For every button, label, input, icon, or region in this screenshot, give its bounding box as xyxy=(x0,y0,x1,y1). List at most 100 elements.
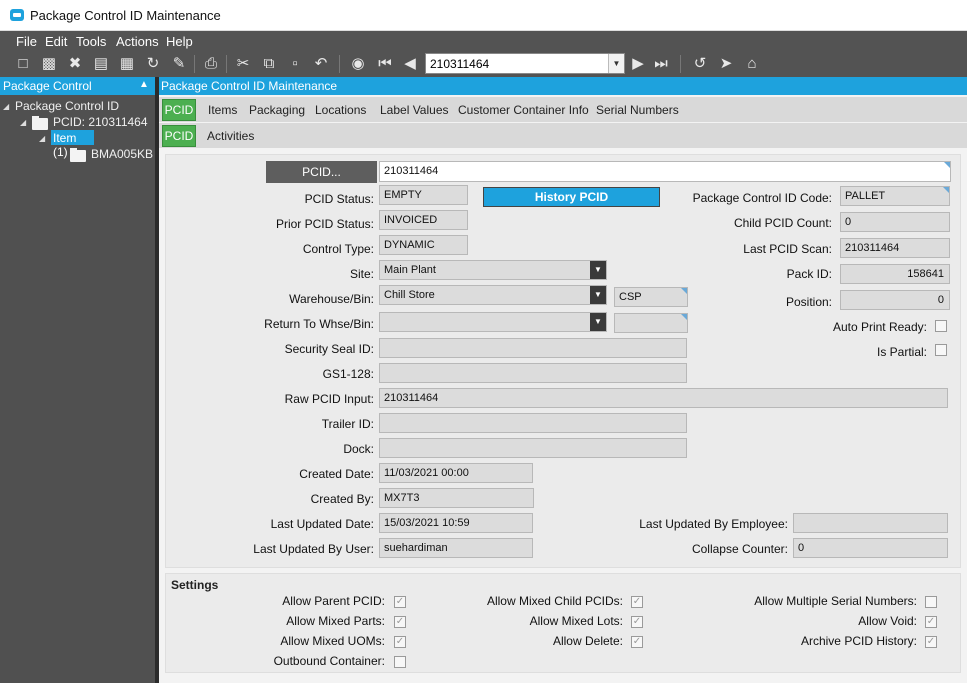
warehouse-value: Chill Store xyxy=(384,289,435,301)
allow-mixed-uoms-checkbox[interactable]: ✓ xyxy=(394,636,406,648)
chevron-down-icon[interactable]: ▼ xyxy=(590,261,606,279)
search-icon[interactable]: ◉ xyxy=(348,54,368,74)
menu-help[interactable]: Help xyxy=(166,34,193,49)
site-select[interactable]: Main Plant ▼ xyxy=(379,260,607,280)
created-by-label: Created By: xyxy=(310,492,374,506)
last-updated-date-label: Last Updated Date: xyxy=(270,517,374,531)
tab-row-primary: PCID Items Packaging Locations Label Val… xyxy=(159,97,967,122)
allow-void-checkbox[interactable]: ✓ xyxy=(925,616,937,628)
warehouse-select[interactable]: Chill Store ▼ xyxy=(379,285,607,305)
cut-icon[interactable]: ✂ xyxy=(233,54,253,74)
undo-icon[interactable]: ↶ xyxy=(311,54,331,74)
print-icon[interactable]: ⎙ xyxy=(201,54,221,74)
gs1-field[interactable] xyxy=(379,363,687,383)
allow-parent-pcid-checkbox[interactable]: ✓ xyxy=(394,596,406,608)
created-date-label: Created Date: xyxy=(299,467,374,481)
menu-tools[interactable]: Tools xyxy=(76,34,106,49)
is-partial-checkbox[interactable] xyxy=(935,344,947,356)
chevron-down-icon[interactable]: ▼ xyxy=(590,286,606,304)
outbound-container-checkbox[interactable] xyxy=(394,656,406,668)
subtab-activities[interactable]: Activities xyxy=(207,129,254,143)
previous-record-icon[interactable]: ◀ xyxy=(400,54,420,74)
archive-pcid-history-checkbox[interactable]: ✓ xyxy=(925,636,937,648)
tree-node-item[interactable]: Item (1) xyxy=(51,130,94,159)
new-icon[interactable]: □ xyxy=(13,54,33,74)
refresh-icon[interactable]: ↻ xyxy=(143,54,163,74)
last-record-icon[interactable]: ⏭ xyxy=(651,54,671,74)
dock-field[interactable] xyxy=(379,438,687,458)
tab-serial-numbers[interactable]: Serial Numbers xyxy=(596,103,679,117)
tab-pcid[interactable]: PCID xyxy=(162,99,196,121)
menu-actions[interactable]: Actions xyxy=(116,34,159,49)
copy-icon[interactable]: ⧉ xyxy=(259,54,279,74)
toolbar: □ ▩ ✖ ▤ ▦ ↻ ✎ ⎙ ✂ ⧉ ▫ ↶ ◉ ⏮ ◀ 210311464 … xyxy=(0,51,967,77)
tab-customer-container-info[interactable]: Customer Container Info xyxy=(458,103,589,117)
collapse-arrow-icon[interactable]: ◢ xyxy=(20,118,26,127)
tree-node-pcid[interactable]: PCID: 210311464 xyxy=(53,115,148,129)
next-record-icon[interactable]: ▶ xyxy=(628,54,648,74)
tree-header-label: Package Control xyxy=(3,79,92,93)
menu-edit[interactable]: Edit xyxy=(45,34,67,49)
delete-icon[interactable]: ✖ xyxy=(65,54,85,74)
allow-delete-checkbox[interactable]: ✓ xyxy=(631,636,643,648)
tree-node-root[interactable]: Package Control ID xyxy=(15,99,119,113)
return-whse-label: Return To Whse/Bin: xyxy=(264,317,374,331)
prior-status-label: Prior PCID Status: xyxy=(275,217,374,231)
created-by-field: MX7T3 xyxy=(379,488,534,508)
allow-parent-pcid-label: Allow Parent PCID: xyxy=(282,594,385,608)
trailer-label: Trailer ID: xyxy=(321,417,374,431)
menu-file[interactable]: File xyxy=(16,34,37,49)
paste-icon[interactable]: ▫ xyxy=(285,54,305,74)
clear-icon[interactable]: ✎ xyxy=(169,54,189,74)
chevron-down-icon[interactable]: ▼ xyxy=(590,313,606,331)
allow-multiple-serial-checkbox[interactable] xyxy=(925,596,937,608)
collapse-arrow-icon[interactable]: ◢ xyxy=(39,134,45,143)
last-scan-field: 210311464 xyxy=(840,238,950,258)
tab-locations[interactable]: Locations xyxy=(315,103,366,117)
prior-status-field: INVOICED xyxy=(379,210,468,230)
title-bar: Package Control ID Maintenance xyxy=(0,0,967,31)
pcid-input[interactable]: 210311464 xyxy=(379,161,951,182)
folder-icon xyxy=(70,148,86,162)
collapse-arrow-icon[interactable]: ◢ xyxy=(3,102,9,111)
collapse-counter-label: Collapse Counter: xyxy=(691,542,788,556)
forward-icon[interactable]: ➤ xyxy=(716,54,736,74)
tab-items[interactable]: Items xyxy=(208,103,237,117)
raw-pcid-field[interactable]: 210311464 xyxy=(379,388,948,408)
tree-node-part[interactable]: BMA005KB xyxy=(91,147,153,161)
return-whse-select[interactable]: ▼ xyxy=(379,312,607,332)
back-icon[interactable]: ↺ xyxy=(690,54,710,74)
pcid-selector[interactable]: 210311464 ▼ xyxy=(425,53,625,74)
book-icon[interactable]: ▤ xyxy=(91,54,111,74)
control-type-label: Control Type: xyxy=(302,242,374,256)
chevron-down-icon[interactable]: ▼ xyxy=(608,54,624,73)
attachment-icon[interactable]: ▦ xyxy=(117,54,137,74)
allow-mixed-lots-checkbox[interactable]: ✓ xyxy=(631,616,643,628)
home-icon[interactable]: ⌂ xyxy=(742,54,762,74)
save-icon[interactable]: ▩ xyxy=(39,54,59,74)
allow-mixed-child-pcids-checkbox[interactable]: ✓ xyxy=(631,596,643,608)
subtab-pcid[interactable]: PCID xyxy=(162,125,196,147)
security-seal-label: Security Seal ID: xyxy=(284,342,374,356)
last-scan-label: Last PCID Scan: xyxy=(743,242,832,256)
tab-packaging[interactable]: Packaging xyxy=(249,103,305,117)
allow-void-label: Allow Void: xyxy=(858,614,917,628)
auto-print-checkbox[interactable] xyxy=(935,320,947,332)
trailer-field[interactable] xyxy=(379,413,687,433)
allow-mixed-parts-checkbox[interactable]: ✓ xyxy=(394,616,406,628)
pkg-code-field[interactable]: PALLET xyxy=(840,186,950,206)
allow-mixed-lots-label: Allow Mixed Lots: xyxy=(529,614,623,628)
pin-icon[interactable]: ▲ xyxy=(139,79,149,90)
pcid-search-button[interactable]: PCID... xyxy=(266,161,377,183)
dock-label: Dock: xyxy=(343,442,374,456)
archive-pcid-history-label: Archive PCID History: xyxy=(800,634,917,648)
last-updated-user-field: suehardiman xyxy=(379,538,533,558)
tab-label-values[interactable]: Label Values xyxy=(380,103,449,117)
pcid-status-label: PCID Status: xyxy=(304,192,374,206)
pkg-code-label: Package Control ID Code: xyxy=(692,191,832,205)
is-partial-label: Is Partial: xyxy=(876,345,927,359)
auto-print-label: Auto Print Ready: xyxy=(832,320,927,334)
folder-icon xyxy=(32,116,48,130)
allow-mixed-parts-label: Allow Mixed Parts: xyxy=(286,614,385,628)
first-record-icon[interactable]: ⏮ xyxy=(375,54,395,74)
